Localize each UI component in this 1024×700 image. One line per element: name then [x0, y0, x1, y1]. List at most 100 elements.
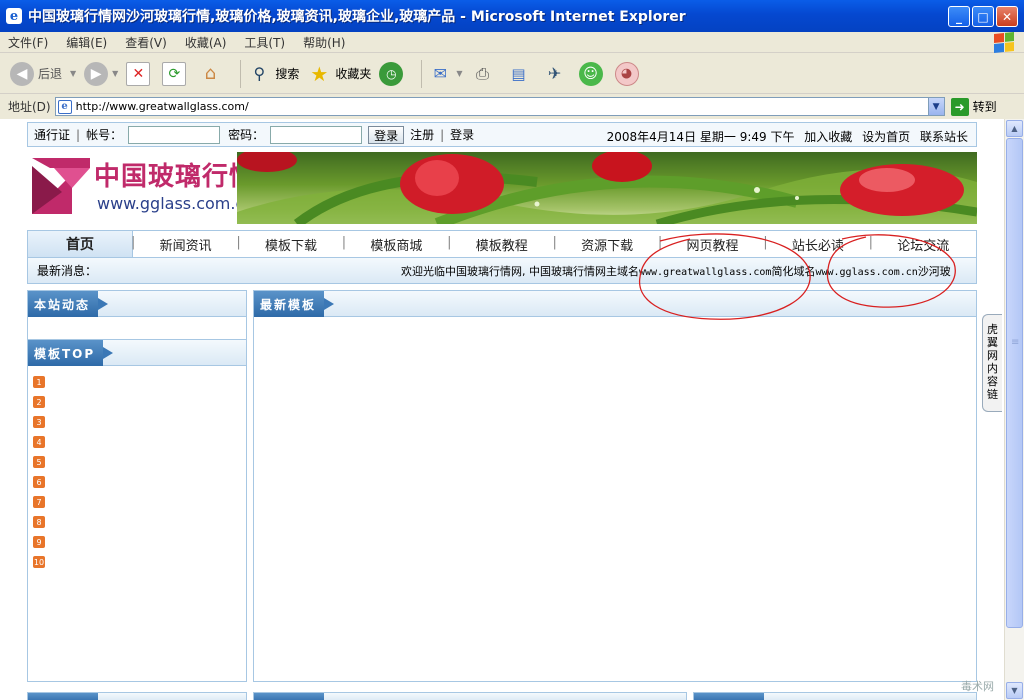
- menu-help[interactable]: 帮助(H): [303, 34, 345, 51]
- page-icon: e: [57, 99, 72, 114]
- login-button[interactable]: 登录: [368, 125, 405, 144]
- nav-news[interactable]: 新闻资讯: [131, 235, 238, 254]
- toolbar-separator: [421, 59, 423, 88]
- address-url: http://www.greatwallglass.com/: [75, 100, 249, 113]
- forward-button[interactable]: ▶ ▼: [84, 61, 119, 86]
- side-link-tab[interactable]: 虎翼网 内容链: [982, 314, 1002, 412]
- bottom-panel-middle: [253, 692, 687, 700]
- mail-button[interactable]: ✉ ▼: [428, 62, 463, 86]
- nav-web-tutorial[interactable]: 网页教程: [658, 235, 765, 254]
- contact-link[interactable]: 联系站长: [920, 130, 968, 144]
- nav-template-store[interactable]: 模板商城: [342, 235, 449, 254]
- vertical-scrollbar[interactable]: ▲ ▼: [1004, 119, 1024, 700]
- template-top-title: 模板TOP: [28, 340, 114, 366]
- search-button[interactable]: ⚲ 搜索: [247, 62, 299, 86]
- rank-badge: 6: [33, 476, 45, 488]
- messenger-button[interactable]: ✈: [543, 62, 571, 86]
- nav-template-tutorial[interactable]: 模板教程: [447, 235, 554, 254]
- login-link[interactable]: 登录: [450, 126, 474, 143]
- back-dropdown-icon: ▼: [70, 69, 77, 78]
- divider: |: [76, 127, 81, 142]
- back-label: 后退: [38, 67, 63, 81]
- print-button[interactable]: ⎙: [471, 62, 499, 86]
- toolbar-separator: [240, 59, 242, 88]
- list-item[interactable]: 8: [33, 512, 246, 532]
- rank-badge: 7: [33, 496, 45, 508]
- list-item[interactable]: 3: [33, 412, 246, 432]
- logo-mark-icon: [32, 158, 90, 214]
- menu-tools[interactable]: 工具(T): [244, 34, 285, 51]
- address-dropdown-icon[interactable]: ▼: [927, 98, 944, 115]
- list-item[interactable]: 2: [33, 392, 246, 412]
- set-home-link[interactable]: 设为首页: [862, 130, 910, 144]
- nav-forum[interactable]: 论坛交流: [869, 235, 976, 254]
- datetime: 2008年4月14日 星期一 9:49 下午: [606, 130, 795, 144]
- scroll-down-icon[interactable]: ▼: [1006, 682, 1023, 699]
- menu-edit[interactable]: 编辑(E): [66, 34, 107, 51]
- windows-logo-icon: [994, 31, 1014, 54]
- bottom-panel-left: [27, 692, 247, 700]
- list-item[interactable]: 1: [33, 372, 246, 392]
- close-button[interactable]: ✕: [996, 6, 1018, 27]
- address-input[interactable]: e http://www.greatwallglass.com/ ▼: [54, 97, 945, 116]
- nav-home[interactable]: 首页: [28, 231, 133, 257]
- main-nav: 首页 新闻资讯 模板下载 模板商城 模板教程 资源下载 网页教程 站长必读 论坛…: [27, 230, 977, 258]
- mail-dropdown-icon: ▼: [456, 69, 463, 78]
- password-label: 密码：: [228, 128, 265, 142]
- password-input[interactable]: [270, 125, 363, 144]
- refresh-button[interactable]: ⟳: [162, 61, 190, 86]
- home-button[interactable]: ⌂: [198, 62, 226, 86]
- add-favorite-link[interactable]: 加入收藏: [804, 130, 852, 144]
- bird-icon: ✈: [547, 64, 562, 83]
- passport-label: 通行证: [34, 128, 71, 142]
- menu-favorites[interactable]: 收藏(A): [185, 34, 227, 51]
- news-text-b: 简化域名: [771, 265, 816, 278]
- history-button[interactable]: ◷: [379, 61, 407, 86]
- list-item[interactable]: 9: [33, 532, 246, 552]
- panel-header: 模板TOP: [28, 340, 246, 366]
- site-logo[interactable]: 中国玻璃行情网 www.gglass.com.cn: [27, 152, 282, 224]
- template-top-panel: 模板TOP 1 2 3 4 5 6 7 8 9 10: [27, 339, 247, 682]
- smiley-button[interactable]: ☺: [578, 61, 607, 86]
- address-bar: 地址(D) e http://www.greatwallglass.com/ ▼…: [0, 95, 1024, 118]
- menu-bar: 文件(F) 编辑(E) 查看(V) 收藏(A) 工具(T) 帮助(H): [0, 32, 1024, 53]
- panel-tab-stub: [28, 693, 98, 700]
- back-arrow-icon: ◀: [10, 61, 34, 86]
- account-input[interactable]: [128, 125, 221, 144]
- go-button[interactable]: ➜ 转到: [950, 97, 997, 116]
- nav-resource-download[interactable]: 资源下载: [552, 235, 660, 254]
- title-bar[interactable]: e 中国玻璃行情网沙河玻璃行情,玻璃价格,玻璃资讯,玻璃企业,玻璃产品 - Mi…: [0, 0, 1024, 32]
- edit-button[interactable]: ▤: [507, 62, 535, 86]
- menu-file[interactable]: 文件(F): [8, 34, 48, 51]
- back-button[interactable]: ◀ 后退 ▼: [10, 61, 77, 86]
- forward-arrow-icon: ▶: [84, 61, 109, 86]
- favorites-label: 收藏夹: [335, 67, 372, 81]
- menu-view[interactable]: 查看(V): [125, 34, 167, 51]
- minimize-button[interactable]: _: [948, 6, 970, 27]
- nav-webmaster-reading[interactable]: 站长必读: [763, 235, 870, 254]
- list-item[interactable]: 5: [33, 452, 246, 472]
- history-icon: ◷: [379, 61, 404, 86]
- pig-button[interactable]: ◕: [614, 61, 643, 86]
- register-link[interactable]: 注册: [410, 126, 434, 143]
- news-ticker: 最新消息： 欢迎光临中国玻璃行情网, 中国玻璃行情网主域名www.greatwa…: [27, 258, 977, 284]
- favorites-button[interactable]: ★ 收藏夹: [307, 62, 371, 86]
- search-label: 搜索: [275, 67, 300, 81]
- maximize-button[interactable]: □: [972, 6, 994, 27]
- news-marquee[interactable]: 欢迎光临中国玻璃行情网, 中国玻璃行情网主域名www.greatwallglas…: [401, 263, 951, 279]
- scroll-thumb[interactable]: [1006, 138, 1023, 628]
- panel-header: 最新模板: [254, 291, 976, 317]
- forward-dropdown-icon: ▼: [112, 69, 119, 78]
- ie-icon: e: [6, 8, 22, 24]
- scroll-up-icon[interactable]: ▲: [1006, 120, 1023, 137]
- mail-icon: ✉: [433, 64, 448, 83]
- header-banner: 中国玻璃行情网 www.gglass.com.cn: [27, 152, 977, 224]
- list-item[interactable]: 4: [33, 432, 246, 452]
- list-item[interactable]: 10: [33, 552, 246, 572]
- nav-template-download[interactable]: 模板下载: [236, 235, 343, 254]
- rank-badge: 9: [33, 536, 45, 548]
- list-item[interactable]: 6: [33, 472, 246, 492]
- stop-button[interactable]: ✕: [126, 61, 154, 86]
- stop-icon: ✕: [126, 61, 151, 86]
- list-item[interactable]: 7: [33, 492, 246, 512]
